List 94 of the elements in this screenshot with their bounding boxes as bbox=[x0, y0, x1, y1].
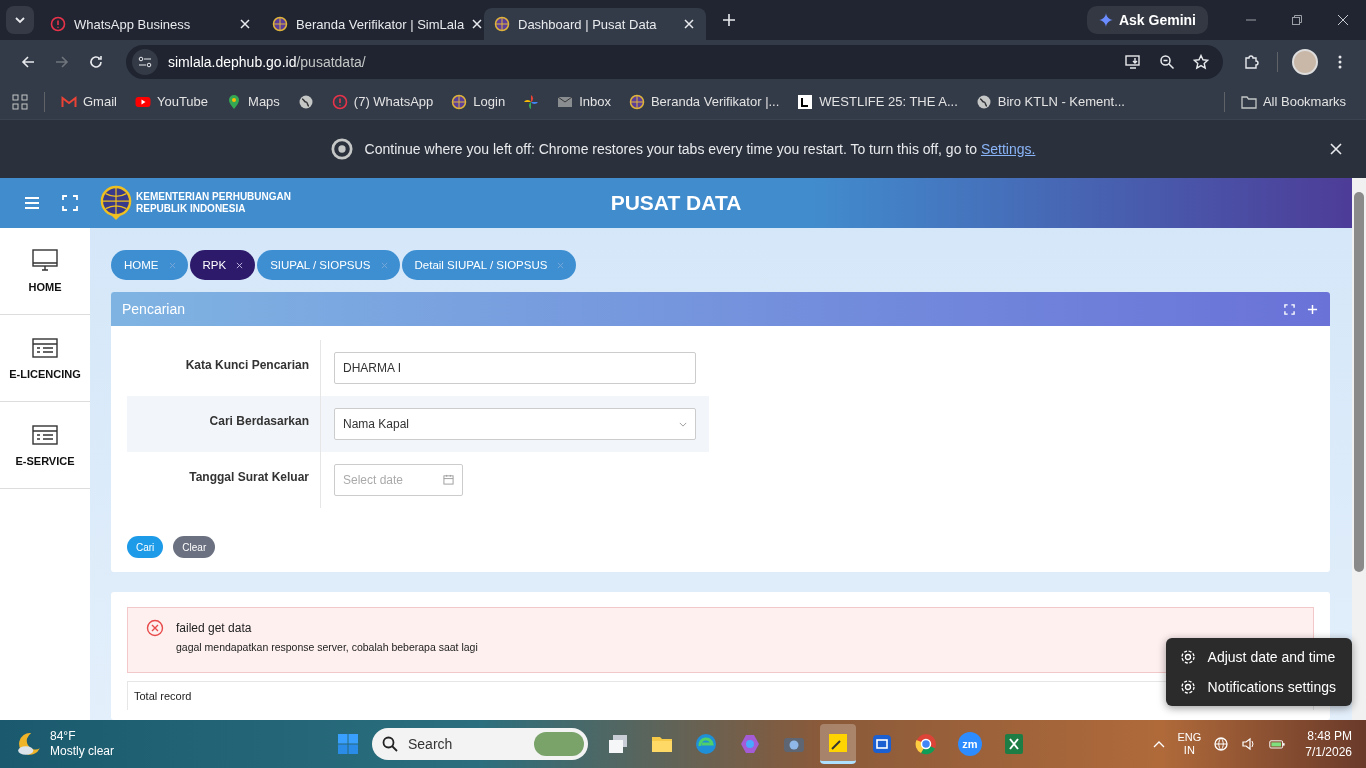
tab-search-button[interactable] bbox=[6, 6, 34, 34]
menu-icon[interactable] bbox=[24, 195, 40, 211]
ask-gemini-button[interactable]: Ask Gemini bbox=[1086, 6, 1208, 34]
bookmark-item[interactable]: WESTLIFE 25: THE A... bbox=[791, 89, 964, 114]
browser-tab[interactable]: Dashboard | Pusat Data bbox=[484, 8, 706, 40]
logo-square-icon bbox=[797, 93, 814, 110]
bookmark-item[interactable]: Login bbox=[445, 89, 512, 114]
address-bar[interactable]: simlala.dephub.go.id/pusatdata/ bbox=[126, 44, 1223, 79]
settings-icon bbox=[1179, 649, 1196, 665]
settings-link[interactable]: Settings. bbox=[980, 141, 1036, 158]
menu-item[interactable]: Adjust date and time bbox=[1165, 642, 1352, 672]
id-card-icon bbox=[32, 423, 58, 447]
date-picker-field[interactable]: Select date bbox=[334, 464, 463, 496]
folder-icon bbox=[1240, 93, 1257, 110]
id-card-icon bbox=[32, 336, 58, 360]
screen-capture-icon bbox=[870, 732, 894, 756]
language-indicator[interactable]: ENG IN bbox=[1177, 731, 1202, 757]
sidebar-item[interactable]: E-SERVICE bbox=[0, 402, 90, 489]
ministry-name: KEMENTERIAN PERHUBUNGAN REPUBLIK INDONESIA bbox=[136, 191, 291, 215]
extensions-icon[interactable] bbox=[1243, 53, 1259, 70]
menu-item[interactable]: Notifications settings bbox=[1165, 672, 1352, 702]
error-icon bbox=[146, 619, 164, 637]
chrome-logo-icon bbox=[330, 138, 353, 161]
clear-button[interactable]: Clear bbox=[173, 536, 216, 558]
new-tab-icon[interactable] bbox=[722, 13, 736, 27]
globe-icon bbox=[297, 93, 314, 110]
close-icon[interactable] bbox=[1337, 14, 1349, 26]
panel-title: Pencarian bbox=[122, 301, 186, 317]
fullscreen-icon[interactable] bbox=[62, 195, 78, 211]
bookmark-item[interactable]: Beranda Verifikator |... bbox=[622, 89, 786, 114]
network-icon[interactable] bbox=[1213, 736, 1230, 752]
alert-icon bbox=[50, 16, 66, 32]
settings-icon bbox=[1179, 679, 1196, 695]
close-icon[interactable] bbox=[236, 261, 244, 269]
forward-icon[interactable] bbox=[54, 53, 70, 70]
apps-grid-icon[interactable] bbox=[12, 93, 28, 110]
monitor-icon bbox=[32, 249, 58, 273]
clock[interactable]: 8:48 PM 7/1/2026 bbox=[1305, 728, 1352, 760]
bookmark-item[interactable]: (7) WhatsApp bbox=[325, 89, 440, 114]
globe-emblem-icon bbox=[272, 16, 288, 32]
browser-tab[interactable]: Beranda Verifikator | SimLala bbox=[262, 8, 484, 40]
restore-icon[interactable] bbox=[1291, 14, 1303, 26]
globe-emblem-icon bbox=[494, 16, 510, 32]
infobar-message: Continue where you left off: Chrome restores your tabs every time you restart. To turn this off, go to Settings. bbox=[364, 141, 1036, 158]
globe-icon bbox=[975, 93, 992, 110]
alert-title: failed get data bbox=[176, 621, 253, 635]
star-icon[interactable] bbox=[1193, 53, 1209, 70]
bookmark-item[interactable]: Inbox bbox=[551, 89, 617, 114]
spreadsheet-icon bbox=[1002, 732, 1026, 756]
chrome-icon bbox=[914, 732, 938, 756]
search-highlight-picture bbox=[534, 732, 584, 756]
reload-icon[interactable] bbox=[88, 53, 104, 70]
field-label: Tanggal Surat Keluar bbox=[127, 452, 321, 508]
globe-emblem-icon bbox=[451, 93, 468, 110]
chevron-up-icon[interactable] bbox=[1153, 740, 1166, 748]
breadcrumb-tab[interactable]: RPK bbox=[189, 250, 256, 280]
bookmark-item[interactable]: Gmail bbox=[55, 89, 123, 114]
keyword-input[interactable]: DHARMA I bbox=[334, 352, 696, 384]
chevron-down-icon bbox=[679, 421, 687, 427]
envelope-icon bbox=[61, 93, 77, 110]
install-app-icon[interactable] bbox=[1125, 53, 1141, 70]
taskbar-app-button[interactable] bbox=[820, 724, 856, 764]
taskbar-search-field[interactable]: Search bbox=[372, 728, 588, 760]
ministry-emblem-icon bbox=[100, 185, 132, 221]
globe-emblem-icon bbox=[628, 93, 645, 110]
plus-icon[interactable] bbox=[1307, 303, 1318, 315]
hexagon-icon bbox=[738, 732, 762, 756]
task-view-icon bbox=[606, 732, 630, 756]
field-label: Cari Berdasarkan bbox=[127, 396, 321, 452]
bookmark-item[interactable]: Biro KTLN - Kement... bbox=[969, 89, 1131, 114]
site-title: PUSAT DATA bbox=[610, 191, 742, 215]
search-by-dropdown[interactable]: Nama Kapal bbox=[334, 408, 696, 440]
site-settings-icon[interactable] bbox=[132, 48, 158, 75]
pinwheel-icon bbox=[523, 93, 540, 110]
zoom-out-icon[interactable] bbox=[1159, 53, 1175, 70]
windows-start-icon[interactable] bbox=[336, 732, 360, 756]
weather-widget[interactable]: 84°F Mostly clear bbox=[16, 729, 336, 759]
sidebar-item[interactable]: E-LICENCING bbox=[0, 315, 90, 402]
all-bookmarks-button[interactable]: All Bookmarks bbox=[1234, 89, 1352, 114]
bookmark-item[interactable]: Maps bbox=[220, 89, 286, 114]
sidebar-item[interactable]: HOME bbox=[0, 228, 90, 315]
sparkle-icon bbox=[1098, 13, 1113, 27]
scrollbar[interactable] bbox=[1352, 178, 1366, 720]
browser-tab[interactable]: WhatsApp Business bbox=[40, 8, 262, 40]
search-icon bbox=[382, 736, 398, 752]
moon-cloud-icon bbox=[16, 731, 42, 757]
bookmark-item[interactable]: YouTube bbox=[128, 89, 215, 114]
alert-icon bbox=[331, 93, 348, 110]
profile-avatar[interactable] bbox=[1292, 48, 1318, 75]
alert-message: gagal mendapatkan response server, cobalah beberapa saat lagi bbox=[176, 641, 478, 653]
expand-icon[interactable] bbox=[1284, 303, 1295, 315]
caret-icon bbox=[14, 16, 26, 24]
browser-wave-icon bbox=[694, 732, 718, 756]
back-icon[interactable] bbox=[20, 53, 36, 70]
